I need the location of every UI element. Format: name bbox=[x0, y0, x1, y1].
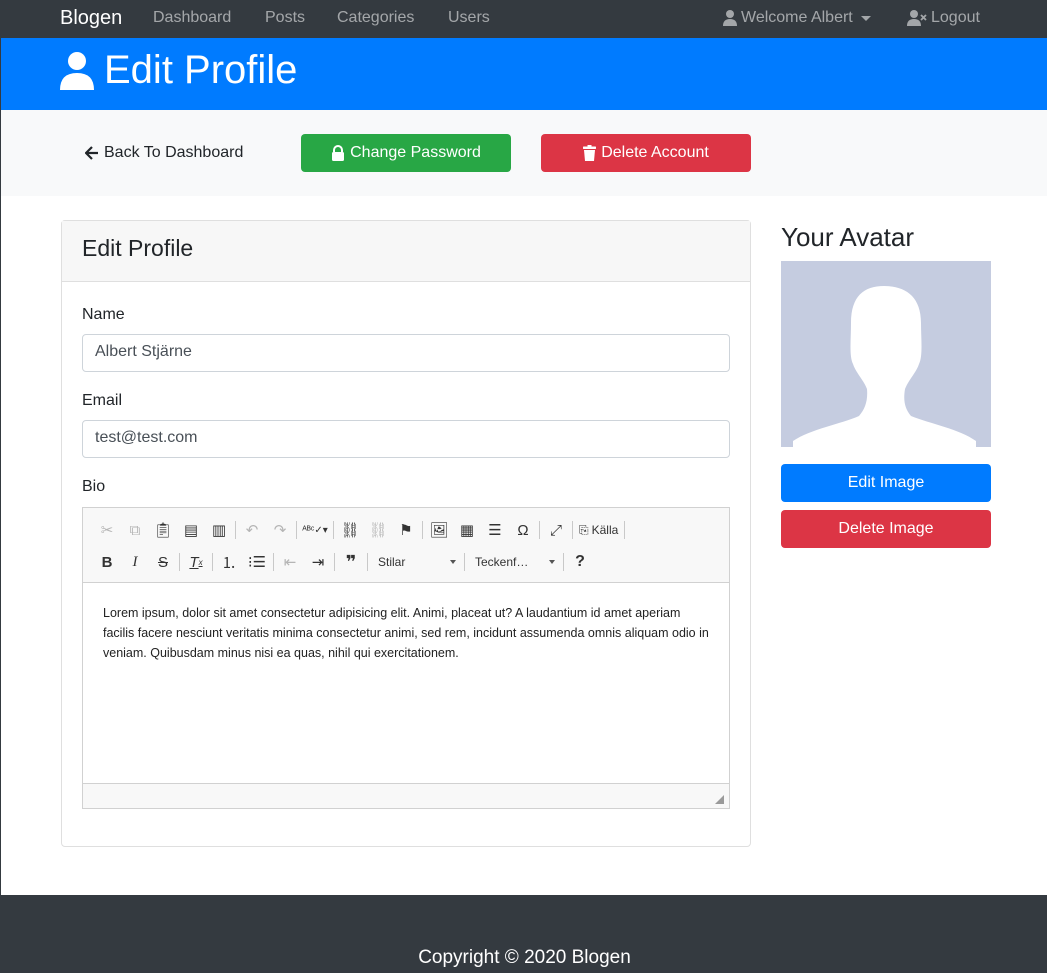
anchor-flag-icon[interactable]: ⚑ bbox=[392, 517, 420, 543]
edit-image-label: Edit Image bbox=[847, 474, 925, 491]
italic-icon[interactable]: I bbox=[121, 549, 149, 575]
avatar-heading: Your Avatar bbox=[781, 222, 914, 252]
bold-icon[interactable]: B bbox=[93, 549, 121, 575]
numbered-list-icon[interactable]: ⒈ bbox=[215, 549, 243, 575]
user-icon bbox=[723, 10, 737, 26]
undo-icon[interactable]: ↶ bbox=[238, 517, 266, 543]
toolbar-separator bbox=[624, 521, 626, 539]
name-input[interactable]: Albert Stjärne bbox=[82, 334, 730, 372]
page-title: Edit Profile bbox=[60, 48, 297, 93]
nav-users[interactable]: Users bbox=[448, 9, 490, 27]
delete-image-label: Delete Image bbox=[838, 520, 934, 537]
source-label: Källa bbox=[591, 523, 619, 537]
toolbar-separator bbox=[273, 553, 274, 571]
edit-image-button[interactable]: Edit Image bbox=[781, 464, 991, 502]
top-navbar: Blogen Dashboard Posts Categories Users … bbox=[1, 0, 1047, 38]
font-label: Teckenf… bbox=[475, 555, 529, 569]
chevron-down-icon bbox=[860, 15, 871, 21]
help-icon[interactable]: ? bbox=[566, 549, 594, 575]
maximize-icon[interactable]: ⤢ bbox=[542, 517, 570, 543]
toolbar-separator bbox=[464, 553, 465, 571]
nav-categories[interactable]: Categories bbox=[337, 9, 414, 27]
redo-icon[interactable]: ↷ bbox=[266, 517, 294, 543]
nav-posts[interactable]: Posts bbox=[265, 9, 305, 27]
source-button[interactable]: ⎘ Källa bbox=[575, 523, 622, 538]
edit-profile-card: Edit Profile Name Albert Stjärne Email t… bbox=[61, 220, 751, 847]
change-password-label: Change Password bbox=[350, 144, 481, 161]
name-label: Name bbox=[82, 306, 125, 323]
user-menu-dropdown[interactable]: Welcome Albert bbox=[723, 9, 871, 27]
paste-text-icon[interactable]: ▤ bbox=[177, 517, 205, 543]
toolbar-separator bbox=[367, 553, 368, 571]
bio-label: Bio bbox=[82, 478, 106, 495]
delete-account-label: Delete Account bbox=[601, 144, 709, 161]
toolbar-separator bbox=[422, 521, 423, 539]
email-label: Email bbox=[82, 392, 123, 409]
toolbar-separator bbox=[179, 553, 180, 571]
trash-icon bbox=[583, 145, 597, 161]
bio-rich-text-editor: ✂ ⧉ 📋︎ ▤ ▥ ↶ ↷ ᴬᴮᶜ✓▾ ⛓ ⛓ ⚑ 🖼︎ ▦ ☰ Ω ⤢ ⎘ … bbox=[82, 507, 730, 809]
user-times-icon bbox=[907, 10, 927, 26]
arrow-left-icon bbox=[85, 146, 98, 160]
avatar-image bbox=[781, 261, 991, 447]
remove-format-icon[interactable]: Tx bbox=[182, 549, 210, 575]
unlink-icon[interactable]: ⛓ bbox=[364, 517, 392, 543]
page-title-text: Edit Profile bbox=[104, 48, 298, 92]
copyright-text: Copyright © 2020 Blogen bbox=[418, 947, 631, 968]
source-icon: ⎘ bbox=[579, 522, 589, 537]
brand-logo[interactable]: Blogen bbox=[60, 7, 122, 30]
toolbar-separator bbox=[334, 553, 335, 571]
page-header: Edit Profile bbox=[1, 38, 1047, 110]
editor-toolbar: ✂ ⧉ 📋︎ ▤ ▥ ↶ ↷ ᴬᴮᶜ✓▾ ⛓ ⛓ ⚑ 🖼︎ ▦ ☰ Ω ⤢ ⎘ … bbox=[83, 508, 729, 583]
card-title: Edit Profile bbox=[62, 221, 750, 282]
delete-image-button[interactable]: Delete Image bbox=[781, 510, 991, 548]
horizontal-line-icon[interactable]: ☰ bbox=[481, 517, 509, 543]
paste-icon[interactable]: 📋︎ bbox=[149, 517, 177, 543]
table-icon[interactable]: ▦ bbox=[453, 517, 481, 543]
special-char-icon[interactable]: Ω bbox=[509, 517, 537, 543]
indent-icon[interactable]: ⇥ bbox=[304, 549, 332, 575]
outdent-icon[interactable]: ⇤ bbox=[276, 549, 304, 575]
actions-bar: Back To Dashboard Change Password Delete… bbox=[1, 110, 1047, 196]
editor-footer bbox=[83, 783, 729, 808]
paste-word-icon[interactable]: ▥ bbox=[205, 517, 233, 543]
resize-handle-icon[interactable] bbox=[715, 795, 724, 804]
font-dropdown[interactable]: Teckenf… bbox=[467, 550, 561, 574]
toolbar-separator bbox=[572, 521, 573, 539]
toolbar-separator bbox=[563, 553, 564, 571]
toolbar-separator bbox=[212, 553, 213, 571]
lock-icon bbox=[332, 145, 345, 161]
strikethrough-icon[interactable]: S bbox=[149, 549, 177, 575]
styles-dropdown[interactable]: Stilar bbox=[370, 550, 462, 574]
blockquote-icon[interactable]: ❞ bbox=[337, 549, 365, 575]
logout-label: Logout bbox=[931, 9, 980, 26]
styles-label: Stilar bbox=[378, 555, 406, 569]
change-password-button[interactable]: Change Password bbox=[301, 134, 511, 172]
default-avatar-silhouette-icon bbox=[793, 286, 976, 447]
nav-dashboard[interactable]: Dashboard bbox=[153, 9, 231, 27]
spellcheck-icon[interactable]: ᴬᴮᶜ✓▾ bbox=[299, 517, 331, 543]
back-to-dashboard-link[interactable]: Back To Dashboard bbox=[85, 144, 243, 162]
cut-icon[interactable]: ✂ bbox=[93, 517, 121, 543]
back-label: Back To Dashboard bbox=[104, 144, 244, 161]
editor-content-area[interactable]: Lorem ipsum, dolor sit amet consectetur … bbox=[83, 583, 729, 783]
copy-icon[interactable]: ⧉ bbox=[121, 517, 149, 543]
delete-account-button[interactable]: Delete Account bbox=[541, 134, 751, 172]
email-input[interactable]: test@test.com bbox=[82, 420, 730, 458]
chevron-down-icon bbox=[549, 560, 555, 564]
toolbar-separator bbox=[296, 521, 297, 539]
user-menu-label: Welcome Albert bbox=[741, 9, 853, 26]
image-icon[interactable]: 🖼︎ bbox=[425, 517, 453, 543]
bulleted-list-icon[interactable]: ⁝☰ bbox=[243, 549, 271, 575]
link-icon[interactable]: ⛓ bbox=[336, 517, 364, 543]
toolbar-separator bbox=[235, 521, 236, 539]
chevron-down-icon bbox=[450, 560, 456, 564]
user-icon bbox=[60, 51, 94, 90]
page-footer: Copyright © 2020 Blogen bbox=[1, 895, 1047, 973]
toolbar-separator bbox=[539, 521, 540, 539]
logout-link[interactable]: Logout bbox=[907, 9, 980, 27]
toolbar-separator bbox=[333, 521, 334, 539]
